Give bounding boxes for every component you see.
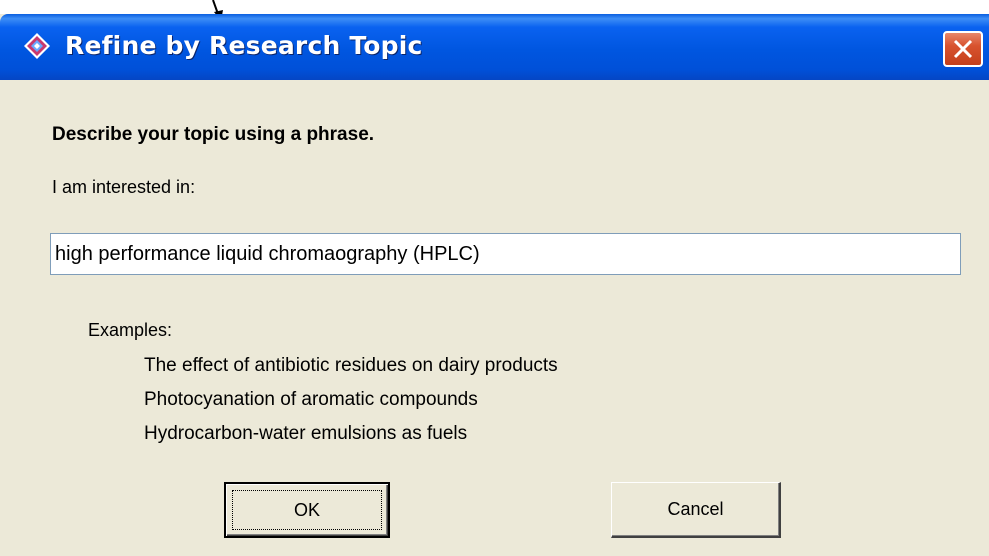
close-icon xyxy=(953,39,973,59)
dialog-window: Refine by Research Topic Describe your t… xyxy=(0,14,989,556)
example-item: Hydrocarbon-water emulsions as fuels xyxy=(144,423,468,444)
cancel-button[interactable]: Cancel xyxy=(611,482,781,538)
example-item: Photocyanation of aromatic compounds xyxy=(144,389,478,410)
close-button[interactable] xyxy=(943,31,983,67)
ok-button[interactable]: OK xyxy=(224,482,390,538)
example-item: The effect of antibiotic residues on dai… xyxy=(144,355,558,376)
title-bar[interactable]: Refine by Research Topic xyxy=(0,14,989,80)
form-heading: Describe your topic using a phrase. xyxy=(52,124,375,145)
app-diamond-icon xyxy=(24,33,50,59)
cancel-button-label: Cancel xyxy=(667,499,724,519)
topic-input[interactable] xyxy=(50,233,961,275)
window-title: Refine by Research Topic xyxy=(65,31,423,60)
dialog-content: Describe your topic using a phrase. I am… xyxy=(0,80,989,556)
focus-rect xyxy=(232,490,382,530)
examples-label: Examples: xyxy=(88,320,173,340)
interest-label: I am interested in: xyxy=(52,177,196,197)
